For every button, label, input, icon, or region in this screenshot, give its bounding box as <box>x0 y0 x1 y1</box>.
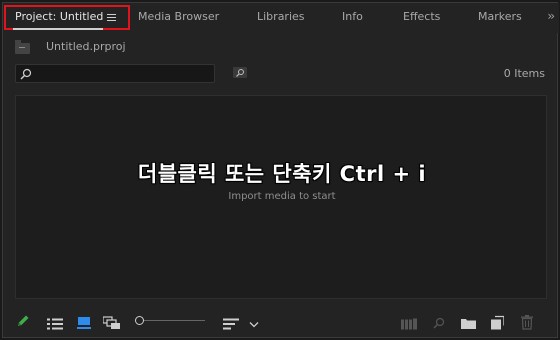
find-icon[interactable] <box>433 315 445 331</box>
automate-to-sequence-icon[interactable] <box>401 316 417 332</box>
tab-effects[interactable]: Effects <box>403 3 440 33</box>
zoom-thumb[interactable] <box>135 316 144 325</box>
search-icon <box>20 68 32 80</box>
project-panel: Project: Untitled Media Browser Librarie… <box>2 2 559 338</box>
folder-icon[interactable] <box>15 40 30 54</box>
panel-tab-bar: Project: Untitled Media Browser Librarie… <box>3 3 559 33</box>
active-tab-underline <box>13 28 103 30</box>
panel-menu-icon[interactable] <box>107 14 116 21</box>
items-count: 0 Items <box>503 67 545 80</box>
trash-icon[interactable] <box>521 314 533 330</box>
media-drop-area[interactable]: 더블클릭 또는 단축키 Ctrl + i Import media to sta… <box>15 95 547 299</box>
new-item-icon[interactable] <box>491 315 504 331</box>
tab-markers[interactable]: Markers <box>478 3 522 33</box>
freeform-view-icon[interactable] <box>103 315 121 331</box>
zoom-track <box>143 320 205 321</box>
list-view-icon[interactable] <box>47 316 63 332</box>
bottom-toolbar <box>3 307 559 335</box>
import-hint: Import media to start <box>228 191 336 202</box>
new-bin-icon[interactable] <box>461 315 476 331</box>
tab-info[interactable]: Info <box>342 3 363 33</box>
project-path-row: Untitled.prproj <box>3 37 559 59</box>
project-file-name: Untitled.prproj <box>46 40 126 53</box>
overlay-caption: 더블클릭 또는 단축키 Ctrl + i <box>137 162 427 186</box>
zoom-slider[interactable] <box>135 315 207 327</box>
sort-icon[interactable] <box>223 316 239 332</box>
tab-overflow-icon[interactable]: ›› <box>547 9 554 23</box>
icon-view-icon[interactable] <box>77 315 91 331</box>
pencil-icon[interactable] <box>15 313 31 329</box>
tab-media-browser[interactable]: Media Browser <box>138 3 219 33</box>
chevron-down-icon[interactable] <box>249 317 259 333</box>
tab-libraries[interactable]: Libraries <box>257 3 305 33</box>
bin-search-icon[interactable] <box>233 67 247 78</box>
search-input[interactable] <box>15 64 215 83</box>
